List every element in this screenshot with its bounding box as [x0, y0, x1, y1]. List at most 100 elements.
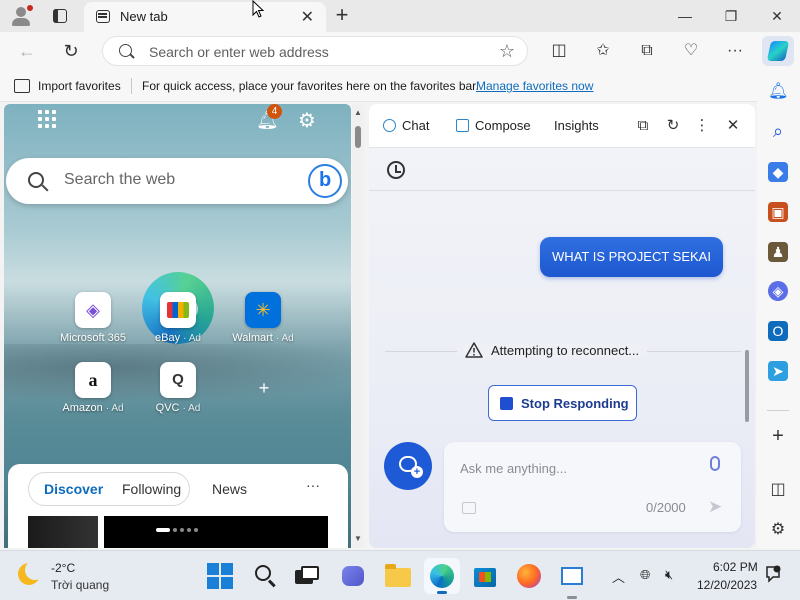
- character-counter: 0/2000: [646, 500, 686, 515]
- tile-label: eBay: [155, 332, 181, 344]
- sidebar-hide-icon[interactable]: ◫: [768, 480, 788, 500]
- microphone-icon[interactable]: [710, 456, 720, 471]
- network-globe-icon[interactable]: 🌐︎: [640, 567, 650, 583]
- manage-favorites-link[interactable]: Manage favorites now: [476, 79, 593, 93]
- refresh-button[interactable]: ↻: [58, 39, 84, 63]
- tab-following[interactable]: Following: [122, 481, 181, 497]
- refresh-chat-icon[interactable]: ↻: [663, 116, 683, 136]
- qvc-icon: Q: [160, 362, 196, 398]
- warning-icon: [465, 342, 483, 358]
- add-favorite-star-icon[interactable]: ☆: [499, 41, 515, 62]
- tab-compose[interactable]: Compose: [456, 118, 531, 133]
- search-icon: [28, 172, 44, 188]
- copilot-button[interactable]: [762, 36, 794, 66]
- chat-pane-tabs: Chat Compose Insights ⧉ ↻ ⋮ ✕: [369, 104, 755, 148]
- tab-close-button[interactable]: ✕: [301, 7, 314, 27]
- open-in-new-tab-icon[interactable]: ⧉: [633, 116, 653, 136]
- new-tab-button[interactable]: +: [330, 2, 354, 28]
- web-search-box[interactable]: Search the web: [6, 158, 348, 204]
- add-quick-link-button[interactable]: +: [254, 378, 274, 398]
- sidebar-shopping-icon[interactable]: ◆: [768, 162, 788, 182]
- chat-history-icon[interactable]: [387, 161, 405, 179]
- ad-label: · Ad: [105, 403, 124, 414]
- sidebar-drop-icon[interactable]: ➤: [768, 361, 788, 381]
- weather-temperature[interactable]: -2°C: [51, 561, 75, 575]
- page-scrollbar[interactable]: ▲ ▼: [352, 104, 364, 548]
- browser-essentials-button[interactable]: ♡: [678, 39, 704, 63]
- notification-center-icon[interactable]: [764, 565, 782, 583]
- quick-link-ebay[interactable]: eBay · Ad: [138, 292, 218, 356]
- mouse-cursor-icon: [252, 0, 264, 18]
- address-bar[interactable]: Search or enter web address ☆: [102, 36, 528, 66]
- back-button[interactable]: ←: [14, 39, 40, 63]
- edge-taskbar-icon[interactable]: [424, 558, 460, 594]
- sidebar-add-icon[interactable]: +: [768, 426, 788, 446]
- weather-condition[interactable]: Trời quang: [51, 578, 109, 592]
- scroll-up-arrow-icon[interactable]: ▲: [354, 108, 362, 117]
- collections-button[interactable]: ⧉: [634, 39, 660, 63]
- close-pane-icon[interactable]: ✕: [723, 116, 743, 136]
- file-explorer-icon[interactable]: [384, 562, 412, 590]
- pane-more-options-icon[interactable]: ⋮: [692, 116, 712, 136]
- stop-responding-button[interactable]: Stop Responding: [488, 385, 637, 421]
- minimize-button[interactable]: —: [670, 4, 700, 28]
- feed-card[interactable]: [28, 516, 98, 548]
- microsoft-365-icon: ◈: [75, 292, 111, 328]
- taskbar-search-icon[interactable]: [251, 562, 279, 590]
- sidebar-outlook-icon[interactable]: O: [768, 321, 788, 341]
- tab-insights[interactable]: Insights: [554, 118, 599, 133]
- profile-avatar-icon[interactable]: [8, 4, 36, 28]
- scroll-down-arrow-icon[interactable]: ▼: [354, 534, 362, 543]
- firefox-icon[interactable]: [515, 562, 543, 590]
- tab-discover[interactable]: Discover: [44, 481, 103, 497]
- sidebar-customize-gear-icon[interactable]: ⚙︎: [768, 520, 788, 540]
- app-launcher-icon[interactable]: [38, 110, 58, 130]
- tab-news[interactable]: News: [212, 481, 247, 497]
- import-favorites-button[interactable]: Import favorites: [38, 79, 121, 93]
- clock-time[interactable]: 6:02 PM: [713, 560, 758, 574]
- sidebar-games-icon[interactable]: ♟: [768, 242, 788, 262]
- import-folder-icon: [14, 79, 30, 93]
- amazon-icon: a: [75, 362, 111, 398]
- sidebar-search-icon[interactable]: ⌕: [768, 121, 788, 141]
- running-app-icon[interactable]: [558, 562, 586, 599]
- tab-chat[interactable]: Chat: [383, 118, 429, 133]
- teams-chat-icon[interactable]: [339, 562, 367, 590]
- split-screen-button[interactable]: ◫: [546, 39, 572, 63]
- weather-moon-icon[interactable]: [18, 560, 45, 585]
- feed-card[interactable]: [104, 516, 328, 548]
- new-topic-button[interactable]: +: [384, 442, 432, 490]
- add-image-icon[interactable]: [462, 502, 476, 514]
- clock-date[interactable]: 12/20/2023: [697, 578, 757, 592]
- sidebar-microsoft-365-icon[interactable]: ◈: [768, 281, 788, 301]
- volume-muted-icon[interactable]: 🔇︎: [665, 567, 673, 583]
- favorites-button[interactable]: ✩: [590, 39, 616, 63]
- chat-icon: [383, 119, 396, 132]
- quick-link-qvc[interactable]: Q QVC · Ad: [138, 362, 218, 426]
- browser-tab[interactable]: New tab ✕: [84, 2, 326, 32]
- quick-link-amazon[interactable]: a Amazon · Ad: [53, 362, 133, 426]
- quick-link-microsoft-365[interactable]: ◈ Microsoft 365: [53, 292, 133, 356]
- feed-more-button[interactable]: ···: [306, 477, 320, 493]
- task-view-icon[interactable]: [293, 562, 321, 590]
- tab-actions-icon[interactable]: [50, 6, 70, 26]
- restore-button[interactable]: ❐: [716, 4, 746, 28]
- navigation-bar: ← ↻ Search or enter web address ☆ ◫ ✩ ⧉ …: [0, 32, 800, 70]
- chat-scrollbar-thumb[interactable]: [745, 350, 749, 422]
- show-hidden-icons-chevron-icon[interactable]: ︿: [612, 567, 625, 586]
- window-close-button[interactable]: ✕: [762, 4, 792, 28]
- notification-count-badge: 4: [267, 104, 282, 119]
- send-icon[interactable]: ➤: [708, 497, 722, 517]
- chat-input-box[interactable]: Ask me anything... 0/2000 ➤: [444, 442, 741, 532]
- microsoft-store-icon[interactable]: [471, 562, 499, 590]
- favorites-bar: Import favorites For quick access, place…: [0, 70, 800, 102]
- start-button[interactable]: [206, 562, 234, 590]
- tile-label: Amazon: [62, 402, 103, 414]
- scrollbar-thumb[interactable]: [355, 126, 361, 148]
- quick-link-walmart[interactable]: ✳ Walmart · Ad: [223, 292, 303, 356]
- sidebar-bell-icon[interactable]: 🔔︎: [768, 82, 788, 102]
- sidebar-tools-icon[interactable]: ▣: [768, 202, 788, 222]
- bing-chat-icon[interactable]: [308, 164, 342, 198]
- page-settings-gear-icon[interactable]: ⚙︎: [296, 108, 318, 132]
- settings-more-button[interactable]: ···: [722, 39, 748, 63]
